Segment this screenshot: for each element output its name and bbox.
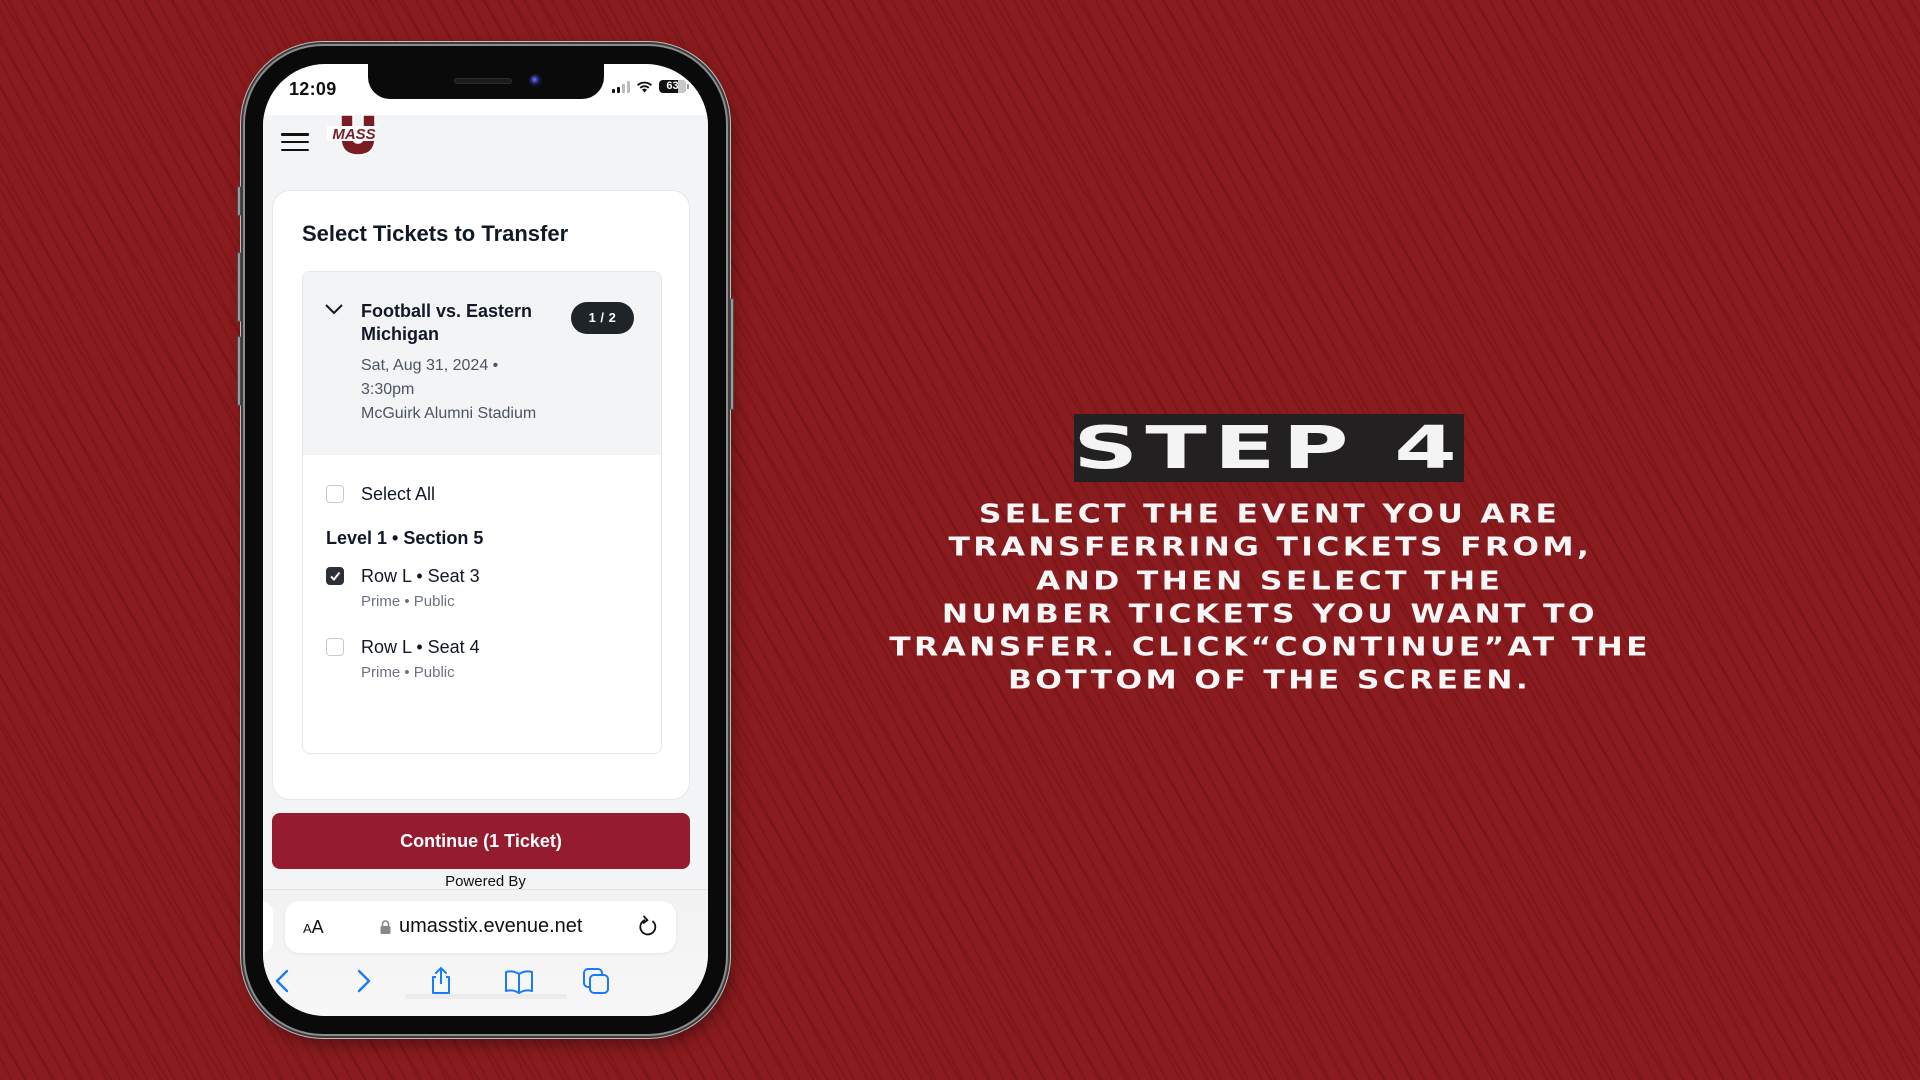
share-icon[interactable] bbox=[426, 966, 456, 996]
select-all-label[interactable]: Select All bbox=[361, 484, 435, 505]
menu-icon[interactable] bbox=[281, 133, 309, 151]
seat-sub: Prime • Public bbox=[361, 664, 455, 681]
seat-label[interactable]: Row L • Seat 4 bbox=[361, 637, 480, 658]
url-text: umasstix.evenue.net bbox=[399, 915, 583, 937]
instruction-line: BOTTOM OF THE SCREEN. bbox=[1008, 664, 1532, 696]
address-bar[interactable]: AA umasstix.evenue.net bbox=[285, 901, 676, 953]
reload-icon[interactable] bbox=[636, 915, 660, 939]
wifi-icon bbox=[637, 81, 652, 93]
phone-screen: 12:09 63 MASS Select Tickets to Transfer… bbox=[263, 64, 708, 1016]
phone-mockup: 12:09 63 MASS Select Tickets to Transfer… bbox=[237, 46, 734, 1034]
instruction-text: SELECT THE EVENT YOU ARE TRANSFERRING TI… bbox=[800, 497, 1740, 697]
reader-settings-button[interactable]: AA bbox=[303, 917, 324, 938]
seat-checkbox[interactable] bbox=[326, 567, 344, 585]
phone-notch bbox=[368, 64, 604, 99]
phone-volume-down-button bbox=[237, 336, 241, 406]
speaker-grille bbox=[454, 78, 512, 84]
phone-volume-up-button bbox=[237, 252, 241, 322]
section-header: Level 1 • Section 5 bbox=[326, 528, 484, 548]
battery-icon: 63 bbox=[659, 80, 689, 93]
cellular-signal-icon bbox=[612, 80, 630, 93]
lock-icon bbox=[380, 919, 391, 934]
site-header: MASS bbox=[263, 115, 708, 175]
event-time: 3:30pm bbox=[361, 381, 415, 398]
instruction-line: AND THEN SELECT THE bbox=[1036, 564, 1504, 596]
seat-sub: Prime • Public bbox=[361, 593, 455, 610]
front-camera bbox=[529, 74, 543, 88]
instruction-line: TRANSFERRING TICKETS FROM, bbox=[948, 531, 1592, 562]
url-display[interactable]: umasstix.evenue.net bbox=[380, 915, 582, 938]
continue-button[interactable]: Continue (1 Ticket) bbox=[272, 813, 690, 869]
checkmark-icon bbox=[330, 571, 341, 582]
page-title: Select Tickets to Transfer bbox=[302, 221, 569, 246]
event-details: Sat, Aug 31, 2024 • 3:30pm McGuirk Alumn… bbox=[361, 354, 536, 426]
select-all-checkbox[interactable] bbox=[326, 485, 344, 503]
event-name: Football vs. Eastern Michigan bbox=[361, 301, 533, 344]
forward-icon[interactable] bbox=[348, 966, 378, 996]
instruction-line: TRANSFER. CLICK“CONTINUE”AT THE bbox=[889, 631, 1651, 662]
event-venue: McGuirk Alumni Stadium bbox=[361, 405, 537, 422]
powered-by-label: Powered By bbox=[445, 873, 526, 890]
transfer-card: Select Tickets to Transfer Football vs. … bbox=[272, 190, 690, 800]
status-time: 12:09 bbox=[289, 79, 337, 99]
bookmarks-icon[interactable] bbox=[504, 966, 534, 996]
phone-power-button bbox=[730, 298, 734, 410]
umass-logo[interactable]: MASS bbox=[327, 115, 381, 157]
chevron-down-icon[interactable] bbox=[324, 302, 344, 316]
instruction-line: SELECT THE EVENT YOU ARE bbox=[979, 498, 1561, 529]
back-icon[interactable] bbox=[268, 966, 298, 996]
seat-label[interactable]: Row L • Seat 3 bbox=[361, 566, 480, 587]
tabs-icon[interactable] bbox=[581, 966, 611, 996]
event-panel: Football vs. Eastern Michigan 1 / 2 Sat,… bbox=[302, 271, 662, 754]
ticket-count-badge: 1 / 2 bbox=[571, 302, 634, 334]
home-indicator bbox=[405, 994, 567, 999]
svg-text:MASS: MASS bbox=[332, 126, 375, 143]
battery-level: 63 bbox=[666, 80, 679, 92]
status-icons: 63 bbox=[612, 80, 689, 93]
seat-checkbox[interactable] bbox=[326, 638, 344, 656]
event-header[interactable]: Football vs. Eastern Michigan 1 / 2 Sat,… bbox=[303, 272, 661, 455]
instruction-line: NUMBER TICKETS YOU WANT TO bbox=[941, 598, 1599, 629]
previous-tab-pill[interactable] bbox=[263, 901, 273, 953]
phone-action-button bbox=[237, 186, 241, 216]
event-date: Sat, Aug 31, 2024 • bbox=[361, 357, 499, 374]
step-heading: STEP 4 bbox=[1073, 412, 1465, 483]
